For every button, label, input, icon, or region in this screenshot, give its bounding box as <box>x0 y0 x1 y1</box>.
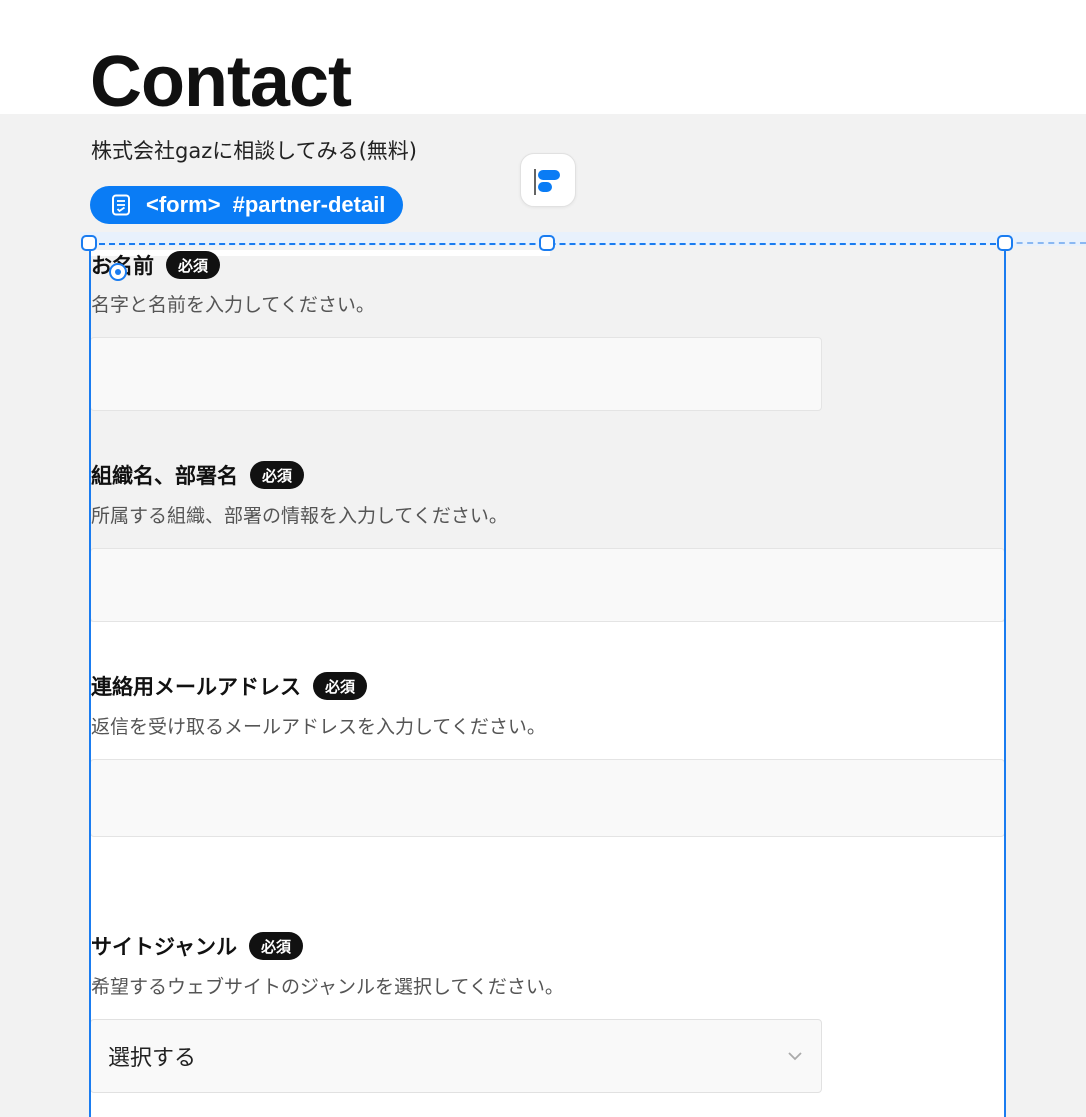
resize-handle-top-left[interactable] <box>81 235 97 251</box>
name-input[interactable] <box>90 337 822 411</box>
form-element-tag[interactable]: <form> #partner-detail <box>90 186 404 224</box>
field-help-organization: 所属する組織、部署の情報を入力してください。 <box>91 505 508 527</box>
selection-tint <box>80 232 1086 246</box>
field-label-text: 連絡用メールアドレス <box>91 675 301 699</box>
form-document-icon <box>112 194 130 216</box>
select-value: 選択する <box>108 1046 197 1071</box>
field-label-site-genre: サイトジャンル 必須 <box>91 931 303 961</box>
resize-handle-top-center[interactable] <box>539 235 555 251</box>
page-subtitle: 株式会社gazに相談してみる(無料) <box>91 139 417 163</box>
site-genre-select[interactable]: 選択する <box>90 1019 822 1093</box>
form-tag-element: <form> <box>146 192 221 217</box>
selection-guide-line <box>1006 242 1086 244</box>
field-label-text: サイトジャンル <box>91 935 237 959</box>
email-input[interactable] <box>90 759 1005 837</box>
field-help-name: 名字と名前を入力してください。 <box>91 294 375 316</box>
page-title: Contact <box>90 42 352 122</box>
framer-app-button[interactable] <box>520 153 576 207</box>
chevron-down-icon <box>788 1052 802 1061</box>
required-badge: 必須 <box>250 461 305 489</box>
field-help-site-genre: 希望するウェブサイトのジャンルを選択してください。 <box>91 976 564 998</box>
organization-input[interactable] <box>90 548 1005 622</box>
field-help-email: 返信を受け取るメールアドレスを入力してください。 <box>91 716 546 738</box>
framer-app-icon <box>534 169 560 195</box>
resize-handle-top-right[interactable] <box>997 235 1013 251</box>
field-label-email: 連絡用メールアドレス 必須 <box>91 671 368 701</box>
required-badge: 必須 <box>248 932 303 960</box>
rotation-handle[interactable] <box>109 263 127 281</box>
field-label-organization: 組織名、部署名 必須 <box>91 460 305 490</box>
field-label-text: 組織名、部署名 <box>91 464 238 488</box>
required-badge: 必須 <box>166 251 221 279</box>
form-tag-id: #partner-detail <box>232 192 386 217</box>
required-badge: 必須 <box>313 672 368 700</box>
